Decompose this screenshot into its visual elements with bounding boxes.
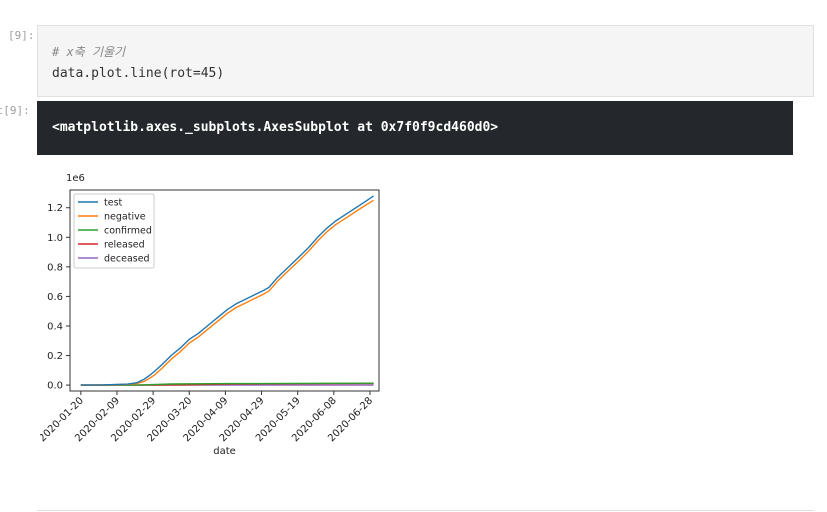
output-text-area: <matplotlib.axes._subplots.AxesSubplot a… xyxy=(37,101,793,155)
legend-label-confirmed: confirmed xyxy=(104,226,152,237)
legend-label-test: test xyxy=(104,198,123,209)
legend-label-negative: negative xyxy=(104,212,146,223)
output-prompt: ut[9]: xyxy=(0,104,30,117)
y-tick-label: 1.2 xyxy=(47,203,63,214)
y-tick-label: 0.8 xyxy=(47,262,63,273)
code-line: data.plot.line(rot=45) xyxy=(52,66,225,81)
legend-label-released: released xyxy=(104,240,145,251)
output-repr: <matplotlib.axes._subplots.AxesSubplot a… xyxy=(52,120,499,135)
y-tick-label: 0.4 xyxy=(47,321,63,332)
x-axis-label: date xyxy=(213,446,236,457)
legend-label-deceased: deceased xyxy=(104,254,150,265)
line-chart: 0.00.20.40.60.81.01.21e62020-01-202020-0… xyxy=(40,173,380,457)
input-prompt: [9]: xyxy=(8,29,35,42)
cell-divider xyxy=(37,510,814,511)
code-cell-input[interactable]: # x축 기울기 data.plot.line(rot=45) xyxy=(37,25,814,97)
y-offset-label: 1e6 xyxy=(66,173,85,184)
y-tick-label: 1.0 xyxy=(47,233,63,244)
y-tick-label: 0.2 xyxy=(47,351,63,362)
code-comment: # x축 기울기 xyxy=(52,45,126,59)
y-tick-label: 0.6 xyxy=(47,292,63,303)
y-tick-label: 0.0 xyxy=(47,381,63,392)
